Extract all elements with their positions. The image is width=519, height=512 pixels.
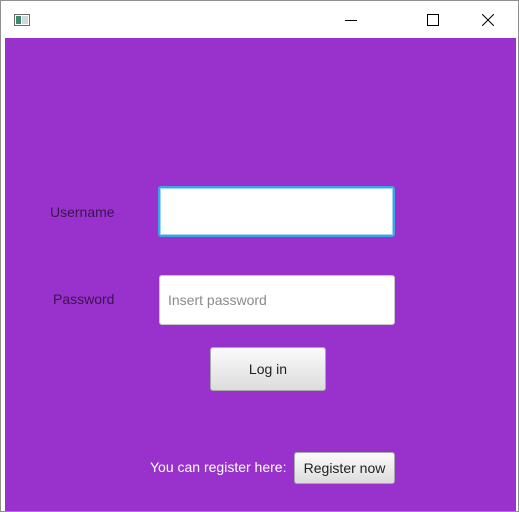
- password-field[interactable]: [159, 275, 395, 325]
- maximize-icon: [427, 13, 439, 26]
- username-field[interactable]: [158, 186, 395, 237]
- close-icon: [482, 13, 494, 26]
- login-form-panel: Username Password Log in You can registe…: [5, 38, 516, 511]
- minimize-button[interactable]: [323, 1, 379, 38]
- minimize-icon: [345, 19, 357, 21]
- login-window: Username Password Log in You can registe…: [0, 0, 519, 512]
- maximize-button[interactable]: [405, 1, 461, 38]
- login-button[interactable]: Log in: [210, 347, 326, 391]
- username-label: Username: [50, 204, 115, 220]
- register-prompt: You can register here:: [150, 459, 287, 475]
- password-label: Password: [53, 291, 115, 307]
- register-button[interactable]: Register now: [294, 452, 395, 484]
- close-button[interactable]: [460, 1, 516, 38]
- app-window-icon: [14, 13, 30, 26]
- title-bar[interactable]: [1, 1, 518, 38]
